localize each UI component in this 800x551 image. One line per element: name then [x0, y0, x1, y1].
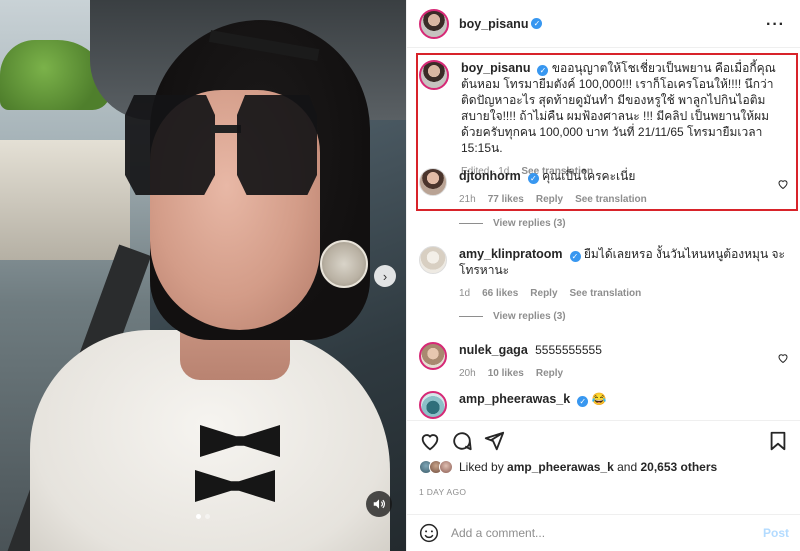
view-replies-button[interactable]: View replies (3) [459, 218, 566, 229]
view-replies-button[interactable]: View replies (3) [459, 311, 566, 322]
comment-text: 😂 [591, 392, 607, 406]
reply-button[interactable]: Reply [536, 366, 563, 382]
comment-time: 20h [459, 368, 476, 379]
see-translation-link[interactable]: See translation [575, 192, 647, 208]
commenter-avatar[interactable] [419, 168, 447, 196]
more-horizontal-icon[interactable]: ··· [766, 16, 785, 34]
reply-button[interactable]: Reply [530, 286, 557, 302]
verified-icon: ✓ [527, 173, 539, 184]
liker-username[interactable]: amp_pheerawas_k [507, 460, 614, 474]
like-heart-icon[interactable] [777, 352, 789, 364]
verified-icon: ✓ [531, 18, 543, 29]
post-comment-button[interactable]: Post [763, 526, 789, 540]
comment-text: คุณเป็นใครคะเนี่ย [542, 169, 636, 183]
next-media-icon[interactable]: › [374, 265, 396, 287]
caption-text: ขออนุญาตให้โชเชี่ยวเป็นพยาน คือเมื่อกี้ค… [461, 61, 776, 155]
action-bar [407, 420, 800, 456]
comment-username[interactable]: amy_klinpratoom [459, 247, 563, 261]
commenter-avatar[interactable] [419, 391, 447, 419]
liker-avatars [419, 460, 453, 474]
post-date: 1 DAY AGO [419, 487, 467, 497]
commenter-avatar[interactable] [419, 342, 447, 370]
comment-time: 1d [459, 288, 471, 299]
add-comment-row: Add a comment... Post [407, 514, 800, 551]
comment-item: nulek_gaga 5555555555 20h 10 likes Reply [419, 342, 789, 382]
likes-count[interactable]: 20,653 others [640, 460, 717, 474]
post-header: boy_pisanu ✓ ··· [407, 0, 800, 48]
caption-username[interactable]: boy_pisanu [461, 61, 530, 75]
verified-icon: ✓ [569, 251, 581, 262]
comment-username[interactable]: djtonhorm [459, 169, 521, 183]
commenter-avatar[interactable] [419, 246, 447, 274]
verified-icon: ✓ [577, 396, 589, 407]
comment-username[interactable]: amp_pheerawas_k [459, 392, 570, 406]
comment-item: djtonhorm ✓ คุณเป็นใครคะเนี่ย 21h 77 like… [419, 168, 789, 208]
comment-username[interactable]: nulek_gaga [459, 343, 528, 357]
comment-item: amy_klinpratoom ✓ ยืมได้เลยหรอ งั้นวันไหน… [419, 246, 789, 302]
comment-bubble-icon[interactable] [451, 430, 473, 452]
comment-likes[interactable]: 10 likes [488, 366, 524, 382]
like-heart-icon[interactable] [419, 430, 441, 452]
earring [320, 240, 368, 288]
like-heart-icon[interactable] [777, 178, 789, 190]
caption: boy_pisanu ✓ ขออนุญาตให้โชเชี่ยวเป็นพยาน … [419, 60, 789, 180]
emoji-smile-icon[interactable] [419, 523, 439, 543]
carousel-dots [196, 514, 210, 519]
post-panel: boy_pisanu ✓ ··· boy_pisanu ✓ ขออนุญาตให้… [406, 0, 800, 551]
comment-likes[interactable]: 66 likes [482, 286, 518, 302]
caption-avatar[interactable] [419, 60, 449, 90]
comment-likes[interactable]: 77 likes [488, 192, 524, 208]
share-send-icon[interactable] [483, 430, 505, 452]
comment-text: 5555555555 [535, 343, 602, 357]
add-comment-input[interactable]: Add a comment... [451, 526, 763, 540]
comment-item: amp_pheerawas_k ✓ 😂 [419, 391, 789, 419]
post-media[interactable]: › [0, 0, 406, 551]
sunglasses [125, 95, 317, 205]
reply-button[interactable]: Reply [536, 192, 563, 208]
comment-time: 21h [459, 194, 476, 205]
author-username[interactable]: boy_pisanu [459, 17, 528, 31]
see-translation-link[interactable]: See translation [570, 286, 642, 302]
likes-summary: Liked by amp_pheerawas_k and 20,653 othe… [419, 460, 717, 474]
bookmark-icon[interactable] [767, 430, 789, 452]
author-avatar[interactable] [419, 8, 449, 39]
volume-icon[interactable] [366, 491, 392, 517]
verified-icon: ✓ [537, 65, 549, 76]
